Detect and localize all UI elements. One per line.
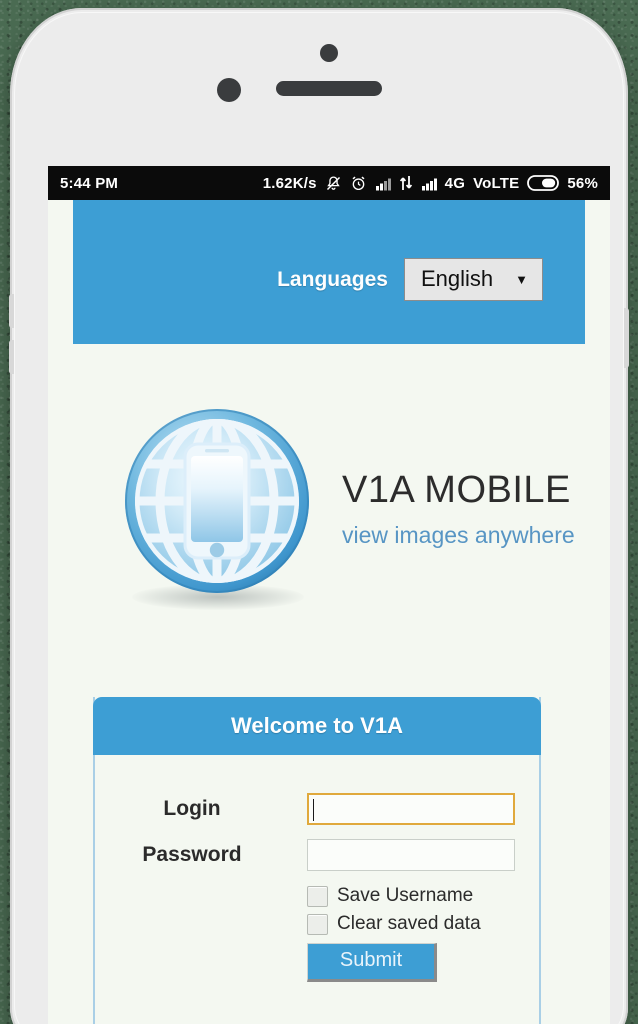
status-bar-clock: 5:44 PM	[60, 174, 119, 192]
login-label: Login	[163, 797, 221, 820]
clear-saved-data-checkbox[interactable]	[307, 913, 328, 935]
languages-label: Languages	[277, 267, 388, 291]
login-card: Welcome to V1A Login Password Save Usern…	[93, 697, 541, 1024]
status-bar-network-type: 4G	[444, 174, 466, 192]
phone-screen: 5:44 PM 1.62K/s 4G VoLTE 56% Languages E…	[48, 166, 610, 1024]
mute-bell-icon	[325, 175, 342, 192]
scene-background: 5:44 PM 1.62K/s 4G VoLTE 56% Languages E…	[0, 0, 638, 1024]
chevron-down-icon: ▼	[515, 271, 528, 287]
phone-device-frame: 5:44 PM 1.62K/s 4G VoLTE 56% Languages E…	[9, 8, 629, 1024]
language-selector-row: Languages English ▼	[277, 258, 543, 301]
signal-bars-icon	[421, 176, 437, 191]
password-label: Password	[142, 843, 242, 866]
save-username-label: Save Username	[337, 885, 474, 906]
status-bar-battery-level: 56%	[567, 174, 598, 192]
app-tagline: view images anywhere	[342, 522, 575, 548]
proximity-sensor-icon	[217, 78, 241, 102]
language-header-bar: Languages English ▼	[73, 200, 585, 344]
language-dropdown-value: English	[420, 266, 494, 291]
save-username-checkbox[interactable]	[307, 885, 328, 907]
battery-icon	[527, 175, 560, 191]
login-input[interactable]	[307, 793, 515, 825]
data-transfer-icon	[399, 175, 413, 191]
login-card-title: Welcome to V1A	[231, 713, 403, 738]
signal-bars-icon	[375, 176, 391, 191]
power-button[interactable]	[624, 308, 629, 368]
status-bar-volte-label: VoLTE	[473, 174, 520, 192]
volume-down-button[interactable]	[9, 340, 14, 374]
clear-saved-data-label: Clear saved data	[337, 913, 481, 934]
save-username-row[interactable]: Save Username	[307, 885, 539, 907]
brand-block: V1A MOBILE view images anywhere	[48, 370, 610, 640]
status-bar-network-speed: 1.62K/s	[262, 174, 317, 192]
language-dropdown[interactable]: English ▼	[403, 258, 543, 301]
app-viewport: Languages English ▼ V1A MOBILE view imag…	[48, 200, 610, 1024]
password-input[interactable]	[307, 839, 515, 871]
submit-button[interactable]: Submit	[307, 943, 437, 982]
front-camera-icon	[320, 44, 338, 62]
page-title: V1A MOBILE	[342, 469, 571, 511]
submit-row: Submit	[307, 943, 539, 982]
brand-titles: V1A MOBILE view images anywhere	[342, 461, 575, 549]
status-bar-icons: 1.62K/s 4G VoLTE 56%	[263, 175, 598, 192]
password-field-row: Password	[95, 839, 539, 871]
earpiece-speaker	[276, 81, 382, 96]
login-field-row: Login	[95, 793, 539, 825]
android-status-bar: 5:44 PM 1.62K/s 4G VoLTE 56%	[48, 166, 610, 200]
globe-mobile-logo-icon	[116, 404, 318, 610]
volume-up-button[interactable]	[9, 294, 14, 328]
clear-saved-data-row[interactable]: Clear saved data	[307, 913, 539, 935]
login-form: Login Password Save Username Clear saved…	[95, 755, 539, 982]
login-card-header: Welcome to V1A	[93, 697, 541, 755]
alarm-clock-icon	[350, 175, 367, 192]
